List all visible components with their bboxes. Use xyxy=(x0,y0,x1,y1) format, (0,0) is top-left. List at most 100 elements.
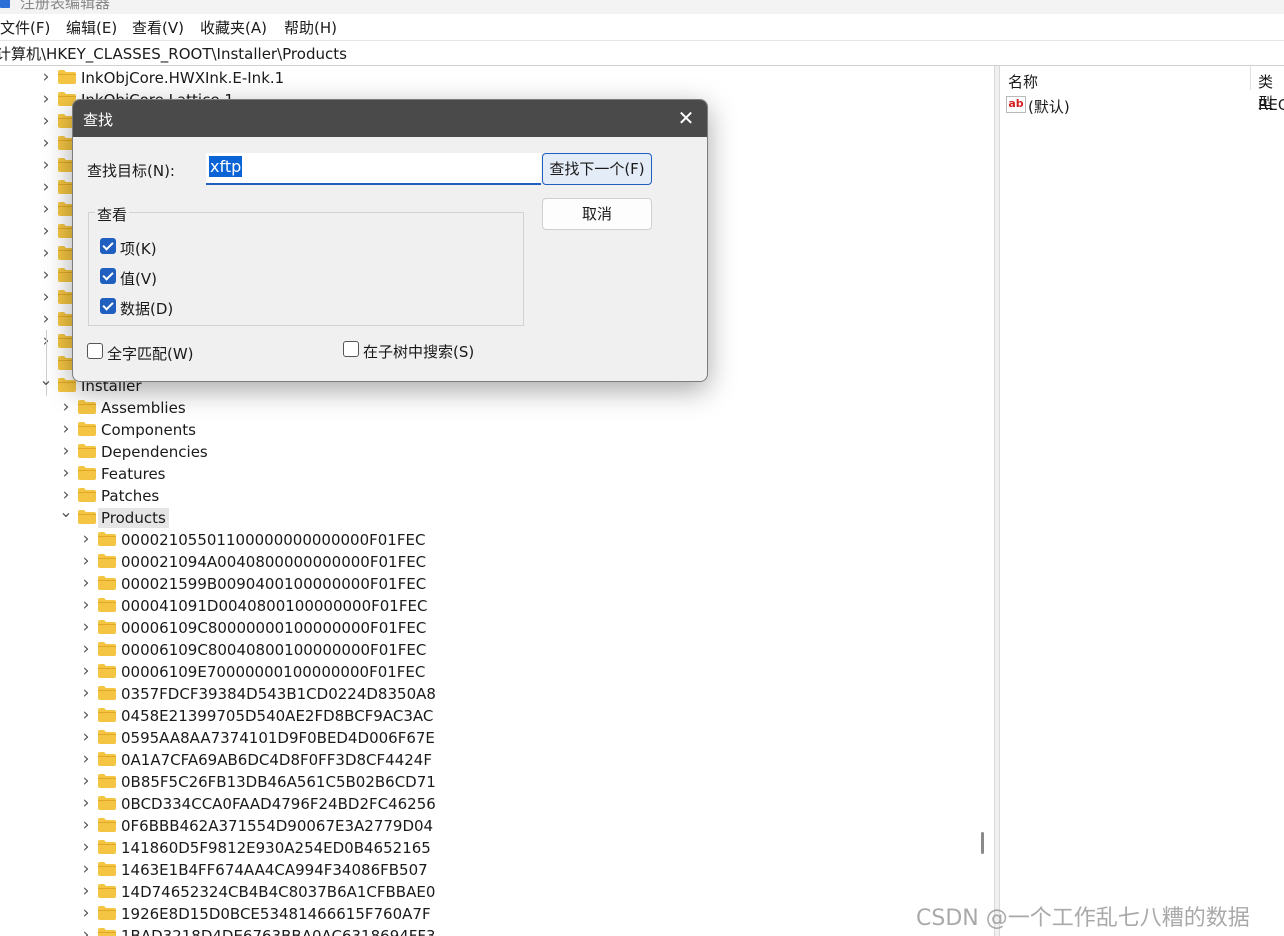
tree-item-product-key[interactable]: › 14D74652324CB4B4C8037B6A1CFBBAE0 xyxy=(0,881,970,903)
chevron-right-icon[interactable]: › xyxy=(78,597,94,614)
subtree-checkbox-label[interactable]: 在子树中搜索(S) xyxy=(363,341,474,362)
chevron-right-icon[interactable]: › xyxy=(78,619,94,636)
find-target-input[interactable]: xftp xyxy=(206,153,541,185)
chevron-right-icon[interactable]: › xyxy=(78,707,94,724)
tree-item[interactable]: › Patches xyxy=(0,485,970,507)
tree-item[interactable]: › InkObjCore.HWXInk.E-Ink.1 xyxy=(0,67,970,89)
chevron-right-icon[interactable]: › xyxy=(78,575,94,592)
chevron-right-icon[interactable]: › xyxy=(58,465,74,482)
tree-item[interactable]: › Components xyxy=(0,419,970,441)
tree-item-label[interactable]: Products xyxy=(98,508,169,528)
chevron-right-icon[interactable]: › xyxy=(78,905,94,922)
value-row[interactable]: ab (默认) REG xyxy=(1004,94,1284,116)
tree-item-label[interactable]: 0458E21399705D540AE2FD8BCF9AC3AC xyxy=(118,706,436,726)
whole-match-checkbox-label[interactable]: 全字匹配(W) xyxy=(107,343,194,364)
tree-item-label[interactable]: 1BAD3218D4DE6763BBA0AC6318694FF3 xyxy=(118,926,439,936)
tree-item-products[interactable]: ⌄ Products xyxy=(0,504,970,529)
tree-item[interactable]: › Assemblies xyxy=(0,397,970,419)
tree-item-label[interactable]: 00006109C80000000100000000F01FEC xyxy=(118,618,429,638)
chevron-right-icon[interactable]: › xyxy=(38,201,54,218)
tree-item-product-key[interactable]: › 00006109C80000000100000000F01FEC xyxy=(0,617,970,639)
tree-item-product-key[interactable]: › 1463E1B4FF674AA4CA994F34086FB507 xyxy=(0,859,970,881)
subtree-checkbox[interactable] xyxy=(343,341,359,357)
chevron-right-icon[interactable]: › xyxy=(78,729,94,746)
tree-item-label[interactable]: 000021094A0040800000000000F01FEC xyxy=(118,552,429,572)
chevron-right-icon[interactable]: › xyxy=(38,157,54,174)
tree-item-label[interactable]: Dependencies xyxy=(98,442,211,462)
chevron-right-icon[interactable]: › xyxy=(58,487,74,504)
menu-favorites[interactable]: 收藏夹(A) xyxy=(200,17,267,38)
chevron-down-icon[interactable]: ⌄ xyxy=(38,372,54,388)
chevron-right-icon[interactable]: › xyxy=(78,641,94,658)
keys-checkbox[interactable] xyxy=(100,238,116,254)
tree-item-product-key[interactable]: › 000021094A0040800000000000F01FEC xyxy=(0,551,970,573)
tree-item-label[interactable]: Patches xyxy=(98,486,162,506)
chevron-right-icon[interactable]: › xyxy=(78,751,94,768)
data-checkbox-label[interactable]: 数据(D) xyxy=(120,298,173,319)
chevron-right-icon[interactable]: › xyxy=(58,443,74,460)
tree-item-product-key[interactable]: › 141860D5F9812E930A254ED0B4652165 xyxy=(0,837,970,859)
chevron-right-icon[interactable]: › xyxy=(38,135,54,152)
chevron-right-icon[interactable]: › xyxy=(78,531,94,548)
chevron-right-icon[interactable]: › xyxy=(38,69,54,86)
tree-item-product-key[interactable]: › 0BCD334CCA0FAAD4796F24BD2FC46256 xyxy=(0,793,970,815)
menu-file[interactable]: 文件(F) xyxy=(0,17,50,38)
tree-item-product-key[interactable]: › 0F6BBB462A371554D90067E3A2779D04 xyxy=(0,815,970,837)
tree-item-label[interactable]: 1926E8D15D0BCE53481466615F760A7F xyxy=(118,904,434,924)
cancel-button[interactable]: 取消 xyxy=(542,198,652,230)
menu-view[interactable]: 查看(V) xyxy=(132,17,184,38)
chevron-right-icon[interactable]: › xyxy=(78,883,94,900)
chevron-down-icon[interactable]: ⌄ xyxy=(58,504,74,520)
chevron-right-icon[interactable]: › xyxy=(38,91,54,108)
tree-item-product-key[interactable]: › 00006109E70000000100000000F01FEC xyxy=(0,661,970,683)
tree-item-label[interactable]: 0B85F5C26FB13DB46A561C5B02B6CD71 xyxy=(118,772,439,792)
tree-item-product-key[interactable]: › 0357FDCF39384D543B1CD0224D8350A8 xyxy=(0,683,970,705)
tree-item-label[interactable]: Components xyxy=(98,420,199,440)
values-checkbox[interactable] xyxy=(100,268,116,284)
chevron-right-icon[interactable]: › xyxy=(38,289,54,306)
chevron-right-icon[interactable]: › xyxy=(38,113,54,130)
tree-item-label[interactable]: Assemblies xyxy=(98,398,189,418)
tree-item-product-key[interactable]: › 0B85F5C26FB13DB46A561C5B02B6CD71 xyxy=(0,771,970,793)
values-pane[interactable]: 名称 类型 ab (默认) REG xyxy=(1000,66,1284,936)
menu-help[interactable]: 帮助(H) xyxy=(284,17,337,38)
tree-item-product-key[interactable]: › 000041091D0040800100000000F01FEC xyxy=(0,595,970,617)
find-next-button[interactable]: 查找下一个(F) xyxy=(542,153,652,185)
chevron-right-icon[interactable]: › xyxy=(78,663,94,680)
chevron-right-icon[interactable]: › xyxy=(78,553,94,570)
keys-checkbox-label[interactable]: 项(K) xyxy=(120,238,157,259)
chevron-right-icon[interactable]: › xyxy=(78,927,94,936)
tree-item-label[interactable]: 00002105501100000000000000F01FEC xyxy=(118,530,428,550)
tree-item[interactable]: › Dependencies xyxy=(0,441,970,463)
address-bar[interactable]: 计算机\HKEY_CLASSES_ROOT\Installer\Products xyxy=(0,40,1284,66)
column-separator[interactable] xyxy=(1250,66,1251,90)
tree-item-label[interactable]: Features xyxy=(98,464,169,484)
data-checkbox[interactable] xyxy=(100,298,116,314)
tree-item-product-key[interactable]: › 0595AA8AA7374101D9F0BED4D006F67E xyxy=(0,727,970,749)
chevron-right-icon[interactable]: › xyxy=(38,267,54,284)
whole-match-checkbox[interactable] xyxy=(87,343,103,359)
tree-item-label[interactable]: 00006109E70000000100000000F01FEC xyxy=(118,662,428,682)
chevron-right-icon[interactable]: › xyxy=(78,839,94,856)
address-path[interactable]: 计算机\HKEY_CLASSES_ROOT\Installer\Products xyxy=(0,43,347,64)
chevron-right-icon[interactable]: › xyxy=(38,179,54,196)
tree-item-product-key[interactable]: › 1926E8D15D0BCE53481466615F760A7F xyxy=(0,903,970,925)
tree-item-label[interactable]: 141860D5F9812E930A254ED0B4652165 xyxy=(118,838,434,858)
values-checkbox-label[interactable]: 值(V) xyxy=(120,268,157,289)
tree-item-label[interactable]: 0BCD334CCA0FAAD4796F24BD2FC46256 xyxy=(118,794,439,814)
tree-item-label[interactable]: 1463E1B4FF674AA4CA994F34086FB507 xyxy=(118,860,431,880)
tree-item-label[interactable]: 000021599B0090400100000000F01FEC xyxy=(118,574,429,594)
dialog-title-bar[interactable]: 查找 ✕ xyxy=(73,100,707,137)
tree-item-label[interactable]: 0F6BBB462A371554D90067E3A2779D04 xyxy=(118,816,436,836)
tree-scrollbar[interactable] xyxy=(972,66,994,936)
tree-item-label[interactable]: 0595AA8AA7374101D9F0BED4D006F67E xyxy=(118,728,438,748)
tree-item-label[interactable]: 000041091D0040800100000000F01FEC xyxy=(118,596,430,616)
tree-item-product-key[interactable]: › 0458E21399705D540AE2FD8BCF9AC3AC xyxy=(0,705,970,727)
find-target-value[interactable]: xftp xyxy=(209,156,243,177)
chevron-right-icon[interactable]: › xyxy=(78,685,94,702)
chevron-right-icon[interactable]: › xyxy=(58,399,74,416)
tree-item-label[interactable]: 0357FDCF39384D543B1CD0224D8350A8 xyxy=(118,684,439,704)
chevron-right-icon[interactable]: › xyxy=(78,861,94,878)
chevron-right-icon[interactable]: › xyxy=(38,245,54,262)
tree-item-product-key[interactable]: › 000021599B0090400100000000F01FEC xyxy=(0,573,970,595)
